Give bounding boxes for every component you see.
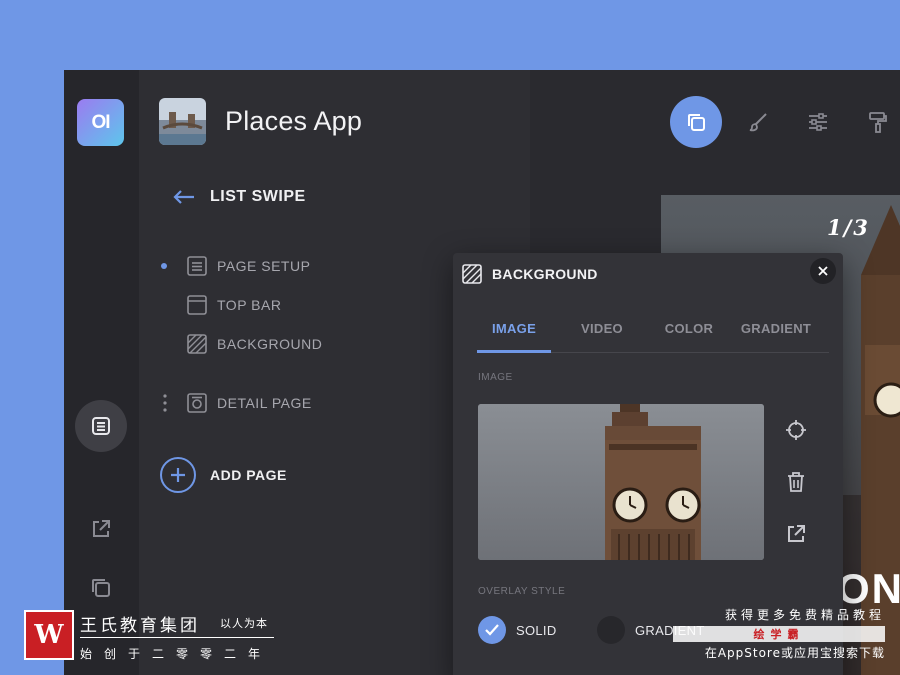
window-icon: [187, 295, 207, 315]
tab-bar: IMAGE VIDEO COLOR GRADIENT: [477, 321, 829, 353]
nav-item-detail-page[interactable]: DETAIL PAGE: [186, 392, 312, 414]
panel-header: BACKGROUND: [462, 264, 598, 284]
add-page-label: ADD PAGE: [210, 467, 287, 483]
tab-image[interactable]: IMAGE: [477, 321, 551, 336]
overlay-section-label: OVERLAY STYLE: [478, 586, 566, 597]
watermark-line-3: 在AppStore或应用宝搜索下载: [704, 646, 885, 660]
copy-icon: [688, 114, 705, 131]
nav-item-page-setup[interactable]: PAGE SETUP: [186, 255, 310, 277]
share-button[interactable]: [75, 503, 127, 555]
active-dot: [161, 263, 167, 269]
image-section-label: IMAGE: [478, 372, 513, 383]
list-icon: [92, 417, 110, 435]
sliders-icon: [809, 113, 827, 131]
watermark-left: W 王氏教育集团 以人为本 始创于二零零二年: [24, 610, 284, 666]
close-icon: [818, 266, 828, 276]
radio-unselected-icon: [597, 616, 625, 644]
image-stack-icon: [92, 579, 110, 597]
app-thumbnail[interactable]: [159, 98, 206, 145]
watermark-line-1: 获得更多免费精品教程: [724, 608, 885, 622]
media-button[interactable]: [75, 562, 127, 614]
nav-item-label: PAGE SETUP: [217, 258, 311, 274]
hatch-icon: [187, 334, 207, 354]
external-link-icon: [93, 520, 110, 537]
nav-item-label: DETAIL PAGE: [217, 395, 312, 411]
big-ben-image: [478, 404, 764, 560]
watermark-logo: W: [24, 610, 74, 660]
paint-roller-tool-button[interactable]: [864, 108, 892, 136]
plus-icon: [160, 457, 196, 493]
page-indicator: 1/3: [827, 215, 870, 240]
watermark-founded: 始创于二零零二年: [80, 647, 273, 661]
kebab-icon[interactable]: [163, 394, 167, 417]
watermark-right: 获得更多免费精品教程 绘学霸 在AppStore或应用宝搜索下载: [665, 606, 885, 666]
add-page-button[interactable]: ADD PAGE: [160, 457, 287, 493]
watermark-slogan: 以人为本: [220, 617, 268, 630]
back-label: LIST SWIPE: [210, 188, 306, 205]
back-button[interactable]: LIST SWIPE: [172, 188, 306, 206]
layers-tool-button[interactable]: [670, 96, 722, 148]
focus-point-button[interactable]: [783, 417, 809, 443]
open-image-button[interactable]: [783, 521, 809, 547]
check-icon: [478, 616, 506, 644]
nav-item-background[interactable]: BACKGROUND: [186, 333, 322, 355]
arrow-left-icon: [173, 190, 194, 204]
nav-item-label: TOP BAR: [217, 297, 282, 313]
tab-color[interactable]: COLOR: [652, 321, 726, 336]
external-link-icon: [788, 525, 805, 542]
watermark-name: 王氏教育集团: [80, 616, 200, 636]
detail-page-icon: [187, 393, 207, 413]
overlay-option-label: SOLID: [516, 622, 557, 638]
crosshair-icon: [786, 420, 806, 440]
pages-button[interactable]: [75, 400, 127, 452]
nav-item-label: BACKGROUND: [217, 336, 323, 352]
app-title: Places App: [225, 106, 363, 136]
overlay-solid-radio[interactable]: SOLID: [478, 616, 557, 644]
background-image-preview[interactable]: [478, 404, 764, 560]
brush-icon: [749, 113, 767, 132]
hatch-icon: [462, 264, 482, 284]
app-logo[interactable]: OI: [77, 99, 124, 146]
trash-icon: [788, 472, 804, 492]
close-button[interactable]: [810, 258, 836, 284]
delete-image-button[interactable]: [783, 469, 809, 495]
settings-tool-button[interactable]: [804, 108, 832, 136]
nav-item-top-bar[interactable]: TOP BAR: [186, 294, 281, 316]
watermark-divider: [80, 637, 274, 638]
tab-gradient[interactable]: GRADIENT: [739, 321, 813, 336]
watermark-line-2: 绘学霸: [673, 626, 885, 642]
paint-roller-icon: [869, 112, 887, 133]
panel-title: BACKGROUND: [492, 266, 598, 282]
tab-video[interactable]: VIDEO: [565, 321, 639, 336]
active-tab-indicator: [477, 350, 551, 353]
list-icon: [187, 256, 207, 276]
brush-tool-button[interactable]: [744, 108, 772, 136]
icon-rail: OI: [64, 70, 139, 675]
